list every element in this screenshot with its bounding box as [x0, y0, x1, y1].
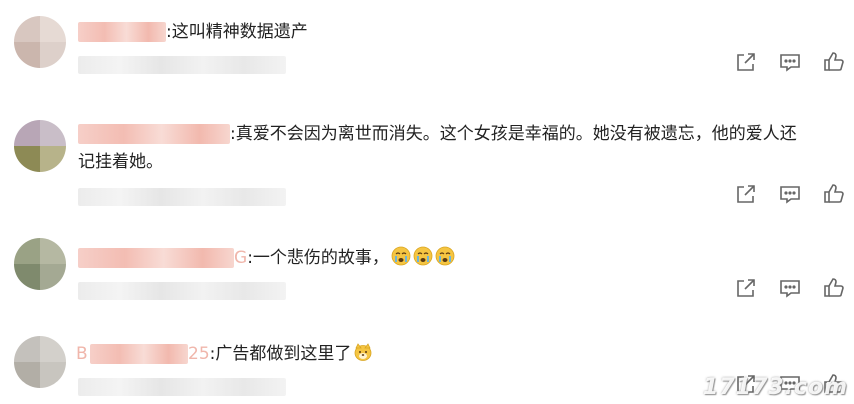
comment-icon[interactable]: [778, 50, 804, 76]
comment-actions: [724, 276, 854, 302]
site-watermark: 17173.com: [703, 375, 848, 400]
crying-face-icon: [435, 246, 455, 266]
username-blurred[interactable]: [78, 22, 166, 42]
share-icon[interactable]: [734, 276, 760, 302]
comment-list: :这叫精神数据遗产 :真爱不会因为离世而消失。这个女孩是幸福的。她没有被遗忘，他…: [0, 0, 854, 404]
avatar[interactable]: [14, 120, 66, 172]
username-blurred[interactable]: [90, 344, 188, 364]
share-icon[interactable]: [734, 182, 760, 208]
comment-text: :这叫精神数据遗产: [166, 22, 308, 42]
username-head[interactable]: B: [76, 342, 88, 366]
crying-face-icon: [391, 246, 411, 266]
thumbs-up-icon[interactable]: [822, 182, 848, 208]
share-icon[interactable]: [734, 50, 760, 76]
comment-actions: [724, 50, 854, 76]
username-blurred[interactable]: [78, 124, 230, 144]
comment-text-line2: 记挂着她。: [78, 152, 163, 172]
comment-text: 25:广告都做到这里了: [188, 342, 373, 366]
crying-face-icon: [413, 246, 433, 266]
comment-meta-blurred: [78, 188, 286, 206]
dog-face-icon: [353, 342, 373, 362]
avatar[interactable]: [14, 238, 66, 290]
comment-body: :广告都做到这里了: [209, 344, 352, 364]
comment-icon[interactable]: [778, 276, 804, 302]
comment-actions: [724, 182, 854, 208]
comment-body: :一个悲伤的故事，: [247, 248, 389, 268]
comment-text: G:一个悲伤的故事，: [234, 246, 455, 270]
username-tail: G: [234, 248, 248, 268]
comment-meta-blurred: [78, 56, 286, 74]
comment-text-line1: :真爱不会因为离世而消失。这个女孩是幸福的。她没有被遗忘，他的爱人还: [230, 124, 797, 144]
thumbs-up-icon[interactable]: [822, 276, 848, 302]
comment-meta-blurred: [78, 282, 286, 300]
comment-meta-blurred: [78, 378, 286, 396]
avatar[interactable]: [14, 336, 66, 388]
comment-icon[interactable]: [778, 182, 804, 208]
avatar[interactable]: [14, 16, 66, 68]
username-tail: 25: [188, 344, 210, 364]
thumbs-up-icon[interactable]: [822, 50, 848, 76]
username-blurred[interactable]: [78, 248, 234, 268]
